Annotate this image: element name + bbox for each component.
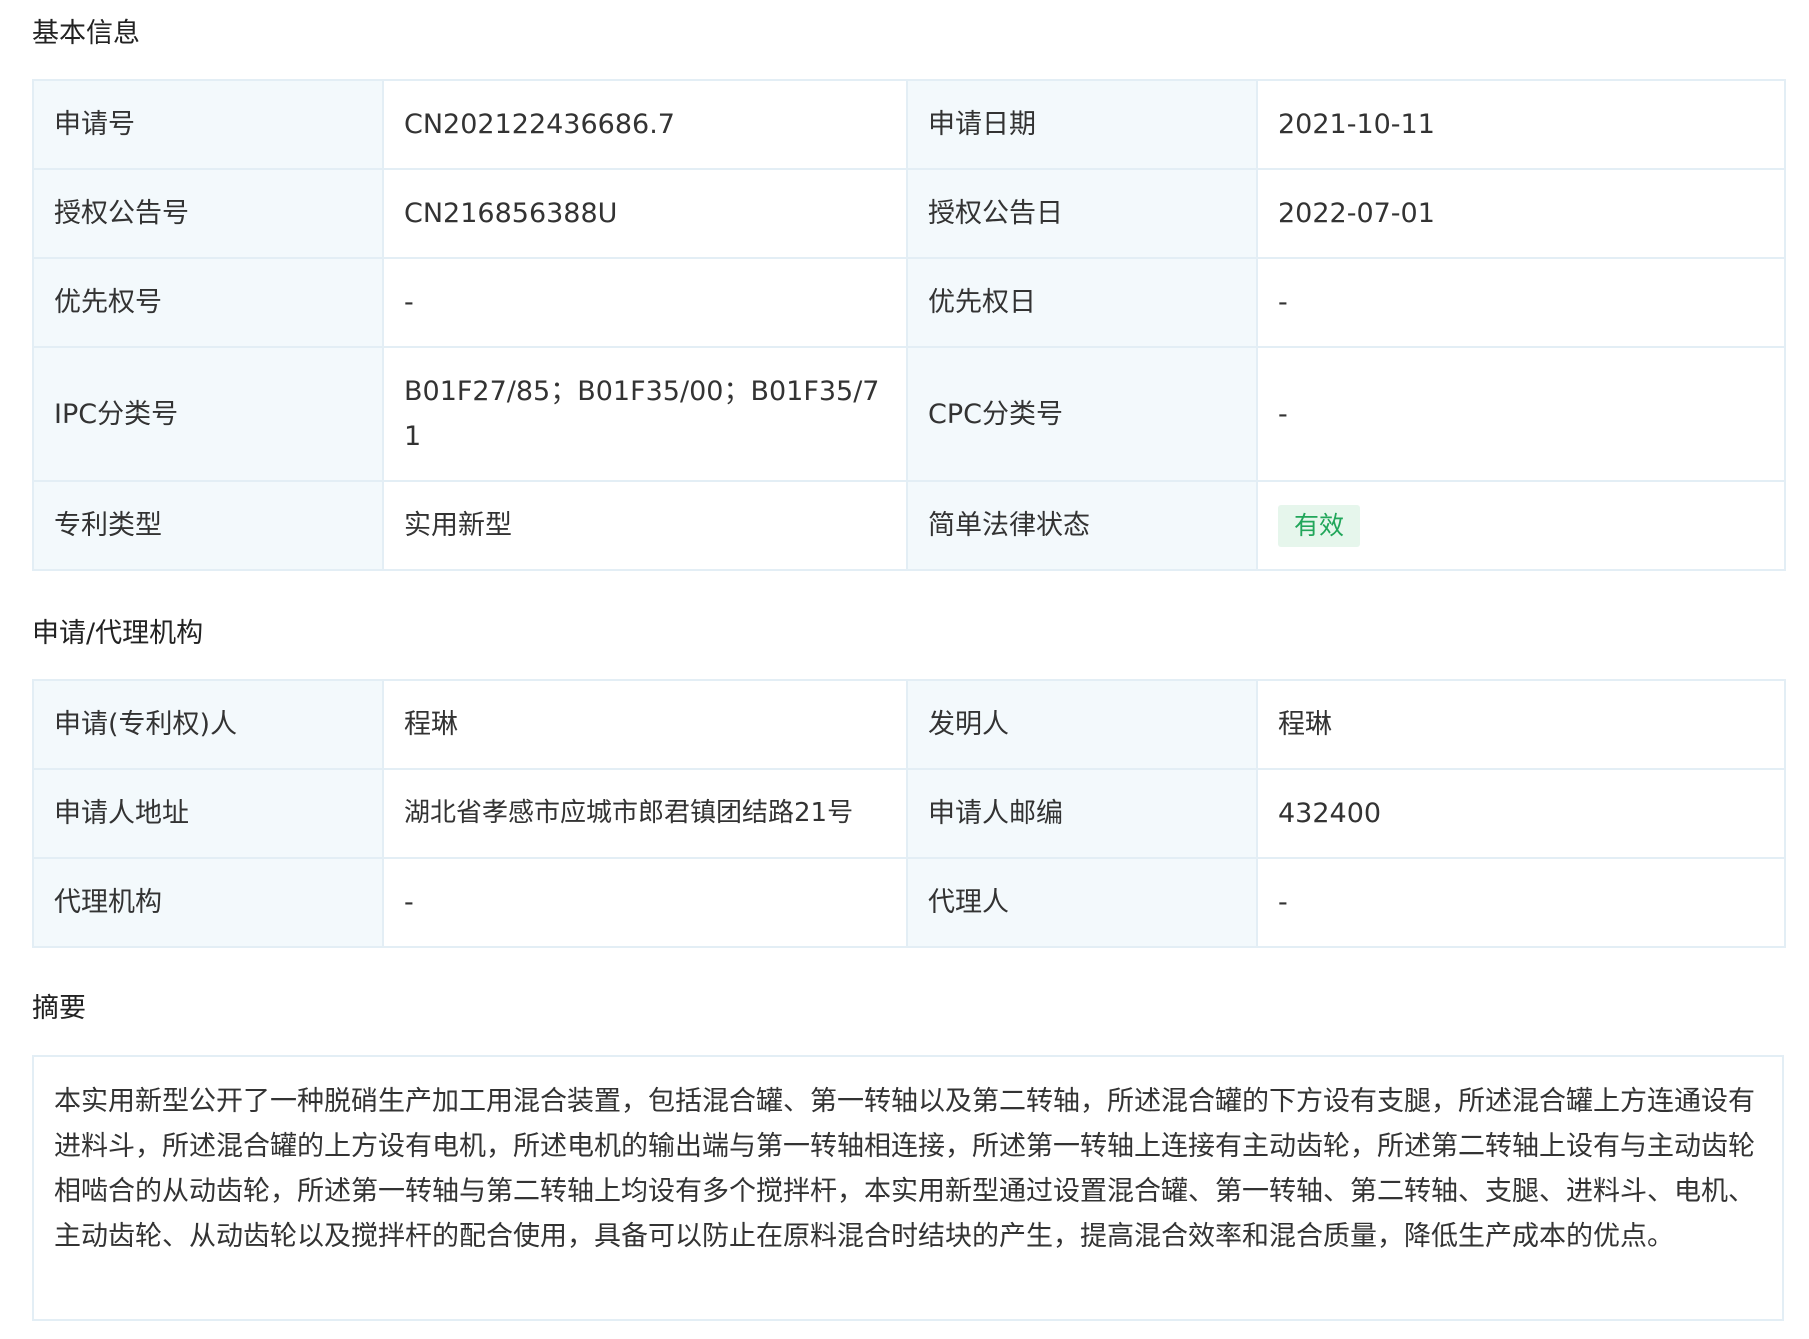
- inventor-value: 程琳: [1256, 679, 1786, 770]
- priority-number-label: 优先权号: [32, 257, 384, 348]
- priority-date-value: -: [1256, 257, 1786, 348]
- applicant-address-value: 湖北省孝感市应城市郎君镇团结路21号: [382, 768, 908, 859]
- agency-label: 代理机构: [32, 857, 384, 948]
- table-row: 代理机构 - 代理人 -: [32, 857, 1786, 948]
- ipc-classification-label: IPC分类号: [32, 346, 384, 482]
- agent-value: -: [1256, 857, 1786, 948]
- applicant-postcode-label: 申请人邮编: [906, 768, 1258, 859]
- applicant-label: 申请(专利权)人: [32, 679, 384, 770]
- ipc-classification-value: B01F27/85；B01F35/00；B01F35/71: [382, 346, 908, 482]
- agent-label: 代理人: [906, 857, 1258, 948]
- agency-value: -: [382, 857, 908, 948]
- inventor-label: 发明人: [906, 679, 1258, 770]
- applicant-agency-table: 申请(专利权)人 程琳 发明人 程琳 申请人地址 湖北省孝感市应城市郎君镇团结路…: [32, 679, 1786, 948]
- legal-status-label: 简单法律状态: [906, 480, 1258, 571]
- grant-publication-number-value: CN216856388U: [382, 168, 908, 259]
- application-number-label: 申请号: [32, 79, 384, 170]
- table-row: 申请人地址 湖北省孝感市应城市郎君镇团结路21号 申请人邮编 432400: [32, 768, 1786, 859]
- table-row: 专利类型 实用新型 简单法律状态 有效: [32, 480, 1786, 571]
- grant-publication-date-label: 授权公告日: [906, 168, 1258, 259]
- cpc-classification-value: -: [1256, 346, 1786, 482]
- basic-info-table: 申请号 CN202122436686.7 申请日期 2021-10-11 授权公…: [32, 79, 1786, 571]
- application-date-value: 2021-10-11: [1256, 79, 1786, 170]
- table-row: 申请(专利权)人 程琳 发明人 程琳: [32, 679, 1786, 770]
- application-number-value: CN202122436686.7: [382, 79, 908, 170]
- priority-number-value: -: [382, 257, 908, 348]
- applicant-value: 程琳: [382, 679, 908, 770]
- abstract-text: 本实用新型公开了一种脱硝生产加工用混合装置，包括混合罐、第一转轴以及第二转轴，所…: [32, 1055, 1784, 1321]
- section-title-basic-info: 基本信息: [32, 18, 140, 49]
- legal-status-cell: 有效: [1256, 480, 1786, 571]
- table-row: 申请号 CN202122436686.7 申请日期 2021-10-11: [32, 79, 1786, 170]
- patent-type-value: 实用新型: [382, 480, 908, 571]
- table-row: 授权公告号 CN216856388U 授权公告日 2022-07-01: [32, 168, 1786, 259]
- cpc-classification-label: CPC分类号: [906, 346, 1258, 482]
- table-row: IPC分类号 B01F27/85；B01F35/00；B01F35/71 CPC…: [32, 346, 1786, 482]
- applicant-postcode-value: 432400: [1256, 768, 1786, 859]
- section-title-applicant-agency: 申请/代理机构: [32, 618, 204, 649]
- grant-publication-number-label: 授权公告号: [32, 168, 384, 259]
- priority-date-label: 优先权日: [906, 257, 1258, 348]
- application-date-label: 申请日期: [906, 79, 1258, 170]
- applicant-address-label: 申请人地址: [32, 768, 384, 859]
- section-title-abstract: 摘要: [32, 993, 86, 1024]
- table-row: 优先权号 - 优先权日 -: [32, 257, 1786, 348]
- patent-type-label: 专利类型: [32, 480, 384, 571]
- legal-status-badge: 有效: [1278, 505, 1361, 547]
- grant-publication-date-value: 2022-07-01: [1256, 168, 1786, 259]
